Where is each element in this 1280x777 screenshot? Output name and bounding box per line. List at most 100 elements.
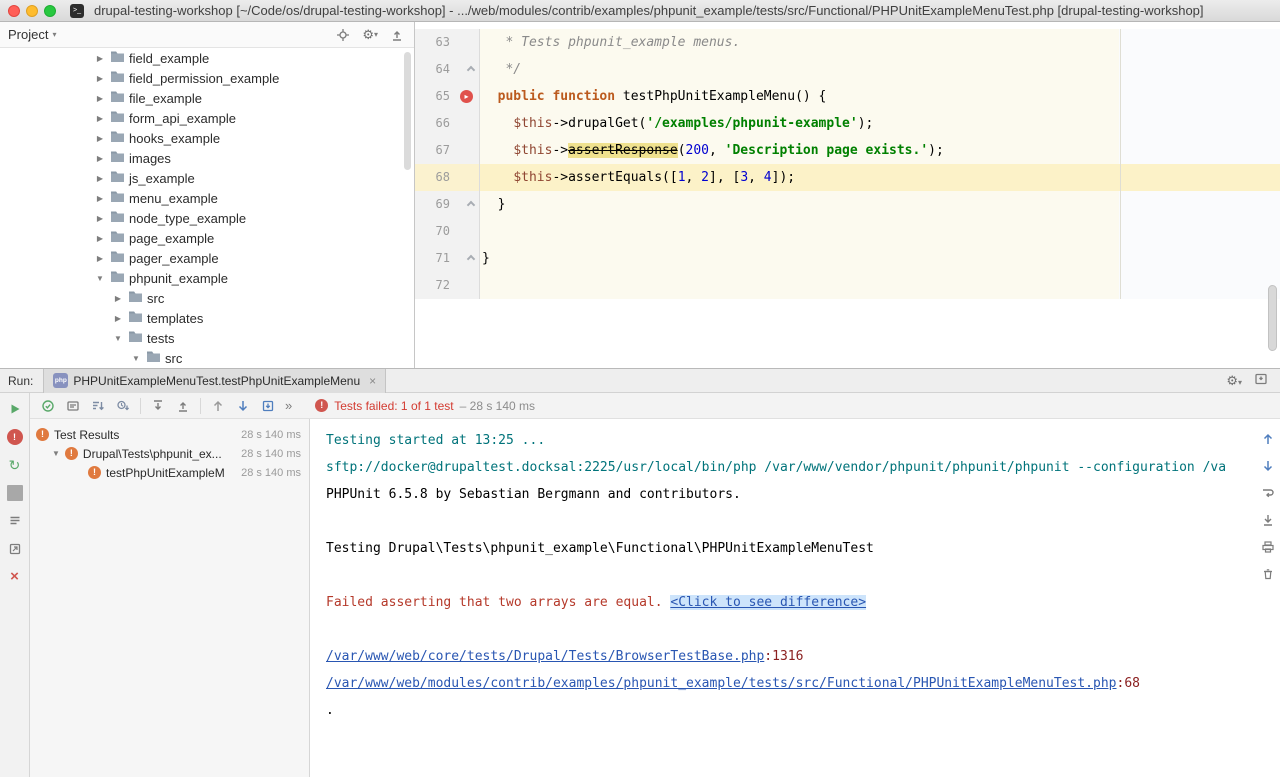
collapse-all-icon[interactable] (390, 28, 404, 42)
console-line: Testing started at 13:25 ... (326, 427, 1236, 454)
project-item-tests[interactable]: ▼tests (0, 328, 414, 348)
project-item-node_type_example[interactable]: ▶node_type_example (0, 208, 414, 228)
next-failed-test-icon[interactable] (235, 398, 251, 414)
show-passed-icon[interactable] (40, 398, 56, 414)
console[interactable]: Testing started at 13:25 ...sftp://docke… (310, 419, 1280, 777)
test-failed-icon: ! (88, 466, 101, 479)
expand-arrow-icon[interactable]: ▶ (94, 174, 106, 183)
gutter[interactable] (457, 245, 480, 272)
expand-arrow-icon[interactable]: ▶ (94, 234, 106, 243)
collapse-arrow-icon[interactable]: ▼ (94, 274, 106, 283)
window-close-button[interactable] (8, 5, 20, 17)
soft-wrap-icon[interactable] (1260, 485, 1276, 501)
down-stack-trace-icon[interactable] (1260, 458, 1276, 474)
project-panel-header: Project ▾ ⚙▾ (0, 22, 414, 48)
test-failed-gutter-icon[interactable]: ▸ (460, 90, 473, 103)
expand-arrow-icon[interactable]: ▶ (94, 154, 106, 163)
expand-arrow-icon[interactable]: ▶ (112, 314, 124, 323)
console-line: PHPUnit 6.5.8 by Sebastian Bergmann and … (326, 481, 1236, 508)
window-title: drupal-testing-workshop [~/Code/os/drupa… (94, 3, 1204, 18)
window-minimize-button[interactable] (26, 5, 38, 17)
line-number: 63 (415, 29, 457, 56)
run-settings-gear-icon[interactable]: ⚙▾ (1226, 374, 1242, 388)
project-item-templates[interactable]: ▶templates (0, 308, 414, 328)
project-item-phpunit_example[interactable]: ▼phpunit_example (0, 268, 414, 288)
previous-failed-test-icon[interactable] (210, 398, 226, 414)
expand-arrow-icon[interactable]: ▶ (94, 74, 106, 83)
project-item-menu_example[interactable]: ▶menu_example (0, 188, 414, 208)
gutter[interactable] (457, 56, 480, 83)
scroll-to-end-icon[interactable] (1260, 512, 1276, 528)
fold-marker-icon[interactable] (467, 255, 475, 263)
code-token (482, 89, 498, 104)
scroll-from-source-icon[interactable] (336, 28, 350, 42)
gutter[interactable] (457, 191, 480, 218)
project-item-field_example[interactable]: ▶field_example (0, 48, 414, 68)
sort-alphabetically-icon[interactable] (90, 398, 106, 414)
collapse-all-tests-icon[interactable] (175, 398, 191, 414)
project-item-hooks_example[interactable]: ▶hooks_example (0, 128, 414, 148)
project-item-form_api_example[interactable]: ▶form_api_example (0, 108, 414, 128)
expand-arrow-icon[interactable]: ▶ (94, 194, 106, 203)
settings-gear-icon[interactable]: ⚙▾ (362, 28, 378, 42)
test-duration: 28 s 140 ms (241, 448, 301, 460)
project-item-js_example[interactable]: ▶js_example (0, 168, 414, 188)
expand-all-icon[interactable] (150, 398, 166, 414)
project-item-field_permission_example[interactable]: ▶field_permission_example (0, 68, 414, 88)
dump-console-icon[interactable] (7, 513, 23, 529)
rerun-failed-tests-icon[interactable]: ! (7, 429, 23, 445)
test-tree-item[interactable]: !testPhpUnitExampleM28 s 140 ms (30, 463, 309, 482)
console-text: Testing Drupal\Tests\phpunit_example\Fun… (326, 541, 874, 556)
project-item-images[interactable]: ▶images (0, 148, 414, 168)
export-test-results-icon[interactable] (7, 541, 23, 557)
test-tree-item[interactable]: ▼!Drupal\Tests\phpunit_ex...28 s 140 ms (30, 444, 309, 463)
expand-arrow-icon[interactable]: ▶ (94, 254, 106, 263)
collapse-arrow-icon[interactable]: ▼ (52, 449, 60, 458)
project-item-pager_example[interactable]: ▶pager_example (0, 248, 414, 268)
tab-close-icon[interactable]: × (369, 374, 376, 388)
run-configuration-tab[interactable]: php PHPUnitExampleMenuTest.testPhpUnitEx… (43, 369, 386, 393)
gutter[interactable]: ▸ (457, 83, 480, 110)
expand-arrow-icon[interactable]: ▶ (94, 54, 106, 63)
test-tree-item[interactable]: !Test Results28 s 140 ms (30, 425, 309, 444)
editor[interactable]: 63 * Tests phpunit_example menus.64 */65… (415, 22, 1280, 368)
stacktrace-link[interactable]: /var/www/web/modules/contrib/examples/ph… (326, 676, 1117, 691)
more-actions-chevron-icon[interactable]: » (285, 398, 292, 413)
stop-icon[interactable] (7, 485, 23, 501)
project-view-dropdown-icon[interactable]: ▾ (52, 30, 56, 39)
close-icon[interactable]: × (7, 569, 23, 585)
collapse-arrow-icon[interactable]: ▼ (130, 354, 142, 363)
hide-panel-icon[interactable] (1254, 372, 1268, 389)
import-test-results-icon[interactable] (260, 398, 276, 414)
expand-arrow-icon[interactable]: ▶ (94, 134, 106, 143)
editor-scrollbar[interactable] (1268, 285, 1277, 351)
up-stack-trace-icon[interactable] (1260, 431, 1276, 447)
print-icon[interactable] (1260, 539, 1276, 555)
rerun-icon[interactable] (7, 401, 23, 417)
sort-by-duration-icon[interactable] (115, 398, 131, 414)
line-number: 68 (415, 164, 457, 191)
expand-arrow-icon[interactable]: ▶ (94, 94, 106, 103)
fold-marker-icon[interactable] (467, 66, 475, 74)
project-item-file_example[interactable]: ▶file_example (0, 88, 414, 108)
project-item-page_example[interactable]: ▶page_example (0, 228, 414, 248)
project-scrollbar[interactable] (404, 52, 411, 170)
project-item-src[interactable]: ▶src (0, 288, 414, 308)
clear-all-icon[interactable] (1260, 566, 1276, 582)
line-number: 66 (415, 110, 457, 137)
collapse-arrow-icon[interactable]: ▼ (112, 334, 124, 343)
expand-arrow-icon[interactable]: ▶ (94, 214, 106, 223)
show-output-icon[interactable] (65, 398, 81, 414)
phpunit-file-icon: php (53, 373, 68, 388)
console-line (326, 562, 1236, 589)
window-zoom-button[interactable] (44, 5, 56, 17)
line-number: 65 (415, 83, 457, 110)
fold-marker-icon[interactable] (467, 201, 475, 209)
stacktrace-link[interactable]: /var/www/web/core/tests/Drupal/Tests/Bro… (326, 649, 764, 664)
project-item-src[interactable]: ▼ src (0, 348, 414, 368)
diff-link[interactable]: <Click to see difference> (670, 595, 866, 610)
expand-arrow-icon[interactable]: ▶ (112, 294, 124, 303)
toggle-auto-test-icon[interactable]: ↻ (7, 457, 23, 473)
expand-arrow-icon[interactable]: ▶ (94, 114, 106, 123)
project-item-label: src (165, 351, 182, 366)
